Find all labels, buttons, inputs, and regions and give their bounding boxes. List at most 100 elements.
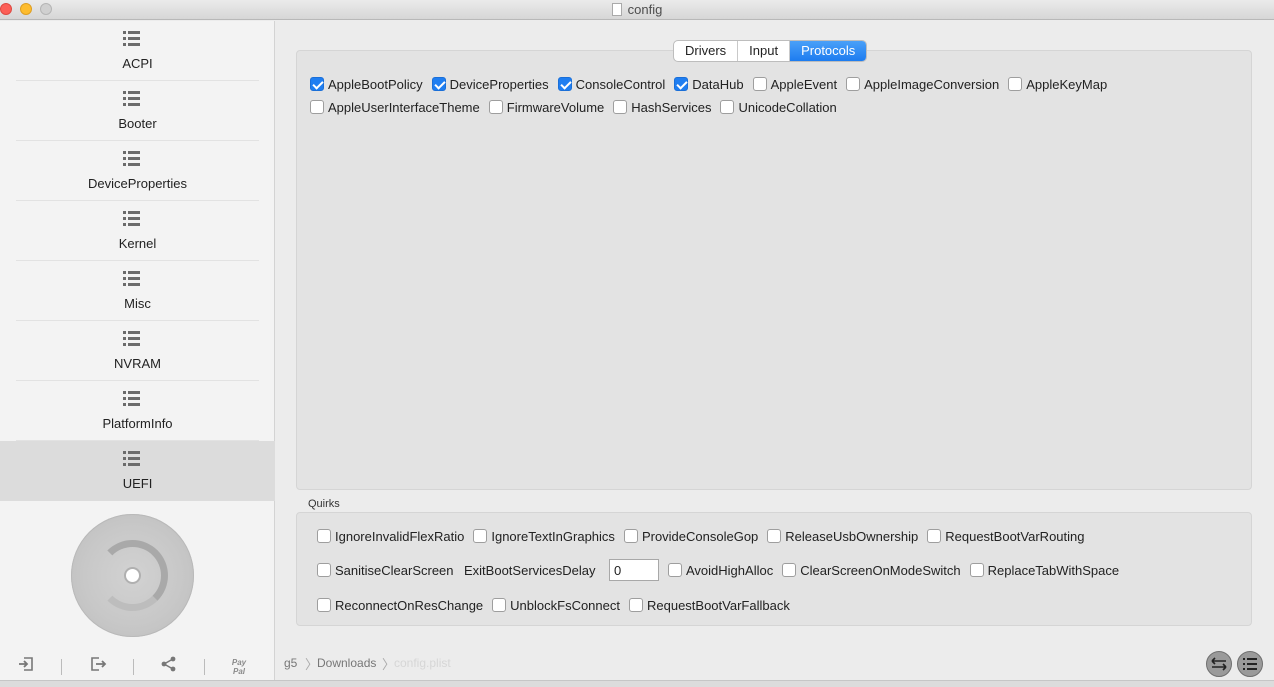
export-icon[interactable] — [86, 655, 110, 679]
checkbox-box[interactable] — [317, 529, 331, 543]
tab-input[interactable]: Input — [738, 41, 791, 61]
sidebar-item-booter[interactable]: Booter — [0, 81, 275, 141]
checkbox-box[interactable] — [1008, 77, 1023, 91]
quirk-checkbox-unblockfsconnect[interactable]: UnblockFsConnect — [492, 597, 620, 615]
checkbox-box[interactable] — [720, 100, 735, 114]
window-title: config — [627, 2, 663, 17]
checkbox-label: IgnoreInvalidFlexRatio — [335, 529, 465, 544]
paypal-label-line1: Pay — [231, 658, 247, 667]
path-item[interactable]: g5 — [284, 656, 297, 670]
quirk-checkbox-sanitiseclearscreen[interactable]: SanitiseClearScreen — [317, 562, 454, 579]
sidebar-item-nvram[interactable]: NVRAM — [0, 321, 275, 381]
protocol-checkbox-datahub[interactable]: DataHub — [674, 76, 744, 94]
quirk-checkbox-avoidhighalloc[interactable]: AvoidHighAlloc — [668, 562, 773, 580]
protocol-checkbox-hashservices[interactable]: HashServices — [613, 99, 711, 117]
checkbox-label: AvoidHighAlloc — [686, 563, 774, 578]
list-icon — [123, 331, 140, 346]
title-bar: config — [0, 0, 1274, 20]
window-title-container: config — [0, 2, 1274, 17]
sidebar-item-uefi[interactable]: UEFI — [0, 441, 275, 501]
sidebar: ACPI Booter DeviceProperties Kernel Misc NVRA… — [0, 21, 275, 687]
checkbox-box[interactable] — [310, 77, 324, 91]
checkbox-label: DeviceProperties — [449, 77, 549, 92]
path-item[interactable]: Downloads — [317, 656, 376, 670]
disc-center — [124, 567, 141, 584]
checkbox-box[interactable] — [473, 529, 488, 543]
quirk-checkbox-requestbootvarrouting[interactable]: RequestBootVarRouting — [927, 528, 1085, 546]
exit-boot-services-delay-input[interactable]: 0 — [609, 559, 659, 581]
paypal-donate-button[interactable]: Pay Pal — [227, 655, 251, 679]
checkbox-label: ReplaceTabWithSpace — [987, 563, 1120, 578]
sidebar-item-label: Kernel — [118, 236, 157, 251]
sidebar-item-label: UEFI — [122, 476, 153, 491]
quirks-title: Quirks — [308, 498, 340, 510]
sidebar-item-misc[interactable]: Misc — [0, 261, 275, 321]
checkbox-box[interactable] — [310, 100, 324, 114]
protocol-checkbox-appleuserinterfacetheme[interactable]: AppleUserInterfaceTheme — [310, 99, 480, 117]
checkbox-label: ClearScreenOnModeSwitch — [800, 563, 961, 578]
sidebar-item-label: NVRAM — [114, 356, 161, 371]
sidebar-item-acpi[interactable]: ACPI — [0, 21, 275, 81]
window-bottom-edge — [0, 680, 1274, 687]
quirk-checkbox-replacetabwithspace[interactable]: ReplaceTabWithSpace — [969, 562, 1120, 580]
protocol-checkbox-unicodecollation[interactable]: UnicodeCollation — [720, 99, 837, 117]
exit-boot-services-delay-label: ExitBootServicesDelay — [464, 563, 596, 578]
checkbox-box[interactable] — [846, 77, 861, 91]
checkbox-box[interactable] — [431, 77, 446, 91]
protocol-checkbox-applekeymap[interactable]: AppleKeyMap — [1008, 76, 1107, 94]
checkbox-box[interactable] — [628, 598, 643, 612]
sidebar-item-kernel[interactable]: Kernel — [0, 201, 275, 261]
checkbox-box[interactable] — [488, 100, 503, 114]
checkbox-label: SanitiseClearScreen — [335, 563, 454, 578]
checkbox-box[interactable] — [767, 529, 782, 543]
checkbox-box[interactable] — [927, 529, 942, 543]
protocol-checkbox-appleimageconversion[interactable]: AppleImageConversion — [846, 76, 999, 94]
checkbox-label: FirmwareVolume — [506, 100, 605, 115]
main-panel: AppleBootPolicy DeviceProperties ConsoleCo… — [276, 21, 1274, 687]
quirk-checkbox-ignoretextingraphics[interactable]: IgnoreTextInGraphics — [473, 528, 615, 546]
share-icon[interactable] — [157, 655, 181, 679]
protocol-checkbox-consolecontrol[interactable]: ConsoleControl — [557, 76, 666, 94]
sidebar-item-deviceproperties[interactable]: DeviceProperties — [0, 141, 275, 201]
checkbox-box[interactable] — [557, 77, 572, 91]
sidebar-item-platforminfo[interactable]: PlatformInfo — [0, 381, 275, 441]
tab-protocols[interactable]: Protocols — [790, 41, 867, 61]
quirks-row: SanitiseClearScreen ExitBootServicesDela… — [317, 559, 1247, 586]
checkbox-label: UnblockFsConnect — [510, 598, 620, 613]
protocol-checkbox-appleevent[interactable]: AppleEvent — [752, 76, 837, 94]
quirk-checkbox-reconnectonreschange[interactable]: ReconnectOnResChange — [317, 597, 483, 615]
import-icon[interactable] — [14, 655, 38, 679]
quirk-checkbox-ignoreinvalidflexratio[interactable]: IgnoreInvalidFlexRatio — [317, 528, 464, 546]
quirks-group: IgnoreInvalidFlexRatio IgnoreTextInGraphi… — [296, 512, 1252, 626]
checkbox-box[interactable] — [317, 563, 331, 577]
toolbar-divider — [204, 659, 205, 675]
checkbox-box[interactable] — [317, 598, 331, 612]
document-icon — [611, 3, 622, 16]
checkbox-box[interactable] — [782, 563, 797, 577]
protocol-checkbox-firmwarevolume[interactable]: FirmwareVolume — [488, 99, 605, 117]
checkbox-label: AppleImageConversion — [864, 77, 1000, 92]
checkbox-box[interactable] — [613, 100, 628, 114]
checkbox-label: RequestBootVarFallback — [646, 598, 790, 613]
quirk-checkbox-releaseusbownership[interactable]: ReleaseUsbOwnership — [767, 528, 918, 546]
checkbox-label: AppleBootPolicy — [328, 77, 423, 92]
checkbox-box[interactable] — [969, 563, 984, 577]
list-view-icon[interactable] — [1237, 651, 1263, 677]
quirk-checkbox-requestbootvarfallback[interactable]: RequestBootVarFallback — [628, 597, 790, 615]
checkbox-label: UnicodeCollation — [738, 100, 837, 115]
protocol-checkbox-applebootpolicy[interactable]: AppleBootPolicy — [310, 76, 423, 94]
checkbox-box[interactable] — [752, 77, 767, 91]
checkbox-label: ConsoleControl — [575, 77, 666, 92]
checkbox-box[interactable] — [668, 563, 682, 577]
list-icon — [123, 91, 140, 106]
convert-format-icon[interactable] — [1206, 651, 1232, 677]
path-item-current[interactable]: config.plist — [394, 656, 451, 670]
protocol-checkbox-deviceproperties[interactable]: DeviceProperties — [431, 76, 549, 94]
checkbox-box[interactable] — [492, 598, 507, 612]
list-icon — [123, 391, 140, 406]
tab-drivers[interactable]: Drivers — [674, 41, 739, 61]
quirk-checkbox-clearscreenonmodeswitch[interactable]: ClearScreenOnModeSwitch — [782, 562, 961, 580]
checkbox-box[interactable] — [623, 529, 638, 543]
checkbox-box[interactable] — [674, 77, 689, 91]
quirk-checkbox-provideconsolegop[interactable]: ProvideConsoleGop — [623, 528, 758, 546]
